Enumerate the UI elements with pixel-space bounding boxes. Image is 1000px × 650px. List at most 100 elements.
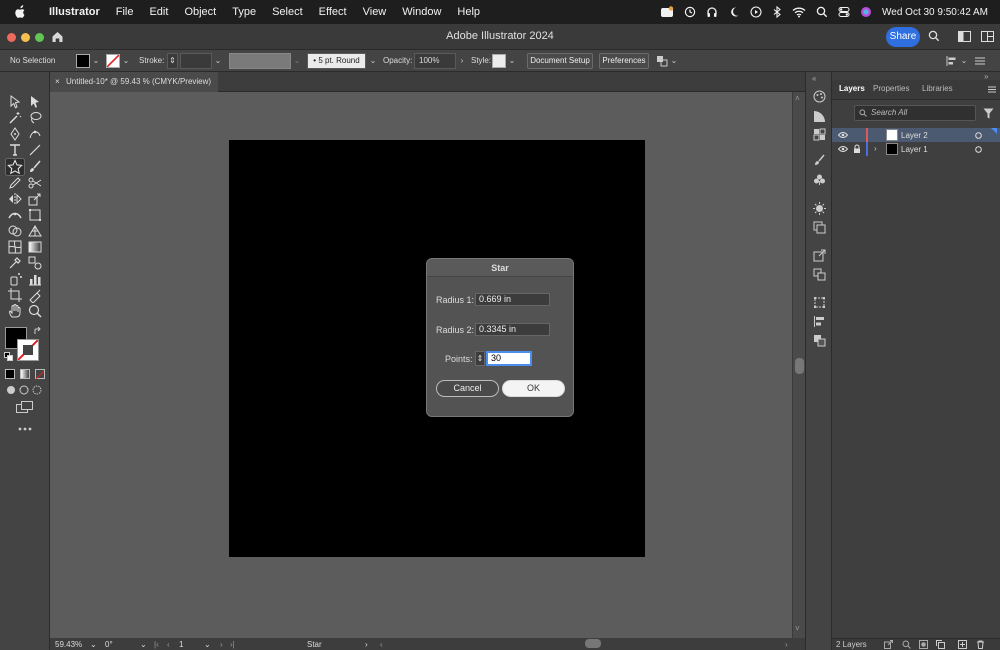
- scale-tool-icon[interactable]: [27, 191, 43, 207]
- time-machine-icon[interactable]: [684, 6, 696, 18]
- tab-layers[interactable]: Layers: [839, 84, 865, 93]
- variable-width-dropdown[interactable]: ⌄: [291, 53, 303, 69]
- style-dropdown[interactable]: ⌄: [506, 53, 518, 69]
- blend-tool-icon[interactable]: [27, 255, 43, 271]
- scissors-tool-icon[interactable]: [27, 175, 43, 191]
- points-field[interactable]: 30: [486, 351, 532, 366]
- variable-width-profile[interactable]: [229, 53, 291, 69]
- first-artboard-icon[interactable]: |‹: [154, 640, 159, 649]
- none-mode-button[interactable]: [35, 369, 45, 380]
- align-panel-icon[interactable]: [813, 315, 826, 328]
- menu-window[interactable]: Window: [394, 6, 449, 18]
- hand-tool-icon[interactable]: [7, 303, 23, 319]
- layer-row-1[interactable]: › Layer 1: [832, 142, 1000, 156]
- graphic-style-swatch[interactable]: [492, 54, 506, 68]
- arrange-documents-icon[interactable]: [981, 31, 994, 42]
- collapse-panels-icon[interactable]: «: [812, 74, 816, 83]
- ok-button[interactable]: OK: [502, 380, 565, 397]
- arrange-dropdown[interactable]: ⌄: [668, 53, 680, 69]
- preferences-button[interactable]: Preferences: [599, 53, 649, 69]
- fill-swatch[interactable]: [76, 54, 90, 68]
- new-sublayer-icon[interactable]: [936, 640, 945, 649]
- pencil-tool-icon[interactable]: [7, 175, 23, 191]
- points-stepper[interactable]: ⇕: [475, 351, 485, 366]
- shape-builder-tool-icon[interactable]: [7, 223, 23, 239]
- delete-layer-icon[interactable]: [976, 640, 985, 649]
- menu-clock[interactable]: Wed Oct 30 9:50:42 AM: [882, 7, 988, 18]
- cancel-button[interactable]: Cancel: [436, 380, 499, 397]
- clipping-mask-icon[interactable]: [919, 640, 928, 649]
- swap-fill-stroke-icon[interactable]: [33, 327, 42, 336]
- radius2-field[interactable]: 0.3345 in: [475, 323, 550, 336]
- menu-edit[interactable]: Edit: [141, 6, 176, 18]
- focus-moon-icon[interactable]: [728, 6, 740, 18]
- status-dropdown-icon[interactable]: ›: [365, 640, 368, 649]
- type-tool-icon[interactable]: [7, 142, 23, 158]
- brush-definition[interactable]: • 5 pt. Round: [307, 53, 366, 69]
- menu-view[interactable]: View: [355, 6, 395, 18]
- pathfinder-panel-icon[interactable]: [813, 334, 826, 347]
- appearance-panel-icon[interactable]: [813, 202, 826, 215]
- star-tool-icon[interactable]: [5, 158, 25, 176]
- zoom-dropdown[interactable]: ⌄: [90, 640, 97, 649]
- color-mode-button[interactable]: [5, 369, 15, 379]
- stroke-weight-field[interactable]: [180, 53, 212, 69]
- lasso-tool-icon[interactable]: [27, 110, 43, 126]
- magic-wand-tool-icon[interactable]: [7, 110, 23, 126]
- stroke-swatch[interactable]: [106, 54, 120, 68]
- artboard-number[interactable]: 1: [179, 640, 183, 649]
- wifi-icon[interactable]: [792, 6, 806, 18]
- search-icon[interactable]: [816, 6, 828, 18]
- change-screen-mode-icon[interactable]: [16, 401, 34, 414]
- creative-cloud-icon[interactable]: [660, 6, 674, 18]
- perspective-grid-tool-icon[interactable]: [27, 223, 43, 239]
- locate-object-icon[interactable]: [902, 640, 911, 649]
- radius1-field[interactable]: 0.669 in: [475, 293, 550, 306]
- document-setup-button[interactable]: Document Setup: [527, 53, 593, 69]
- menu-select[interactable]: Select: [264, 6, 311, 18]
- horizontal-scroll-thumb[interactable]: [585, 639, 601, 648]
- export-panel-icon[interactable]: [813, 249, 826, 262]
- swatches-panel-icon[interactable]: [813, 128, 826, 141]
- scroll-up-icon[interactable]: ˄: [795, 94, 800, 103]
- paintbrush-tool-icon[interactable]: [27, 159, 43, 175]
- menu-effect[interactable]: Effect: [311, 6, 355, 18]
- transform-panel-icon[interactable]: [813, 296, 826, 309]
- width-tool-icon[interactable]: [7, 207, 23, 223]
- apple-icon[interactable]: [13, 5, 27, 19]
- layer-row-2[interactable]: Layer 2: [832, 128, 1000, 142]
- layer-search-input[interactable]: Search All: [854, 105, 976, 121]
- curvature-tool-icon[interactable]: [27, 126, 43, 142]
- scroll-right-icon[interactable]: ›: [785, 640, 788, 649]
- layer-name[interactable]: Layer 2: [901, 131, 928, 140]
- menu-object[interactable]: Object: [176, 6, 224, 18]
- menu-file[interactable]: File: [108, 6, 142, 18]
- line-segment-tool-icon[interactable]: [27, 142, 43, 158]
- opacity-dropdown[interactable]: ›: [456, 53, 468, 69]
- gradient-tool-icon[interactable]: [27, 239, 43, 255]
- graphic-styles-panel-icon[interactable]: [813, 221, 826, 234]
- visibility-eye-icon[interactable]: [838, 131, 848, 139]
- artboards-panel-icon[interactable]: [813, 268, 826, 281]
- target-circle-icon[interactable]: [975, 132, 982, 139]
- artboard-tool-icon[interactable]: [7, 287, 23, 303]
- fill-dropdown[interactable]: ⌄: [90, 53, 102, 69]
- new-layer-icon[interactable]: [958, 640, 967, 649]
- gradient-mode-button[interactable]: [20, 369, 30, 379]
- free-transform-tool-icon[interactable]: [27, 207, 43, 223]
- column-graph-tool-icon[interactable]: [27, 271, 43, 287]
- visibility-eye-icon[interactable]: [838, 145, 848, 153]
- color-guide-panel-icon[interactable]: [813, 110, 826, 123]
- siri-icon[interactable]: [860, 6, 872, 18]
- zoom-tool-icon[interactable]: [27, 303, 43, 319]
- vertical-scrollbar[interactable]: ˄ ˅: [792, 92, 805, 638]
- tab-libraries[interactable]: Libraries: [922, 84, 953, 93]
- share-button[interactable]: Share: [886, 27, 920, 47]
- opacity-field[interactable]: 100%: [414, 53, 456, 69]
- target-circle-icon[interactable]: [975, 146, 982, 153]
- scroll-thumb[interactable]: [795, 358, 804, 374]
- workspace-switcher-icon[interactable]: [958, 31, 971, 42]
- panel-menu-icon[interactable]: [987, 85, 997, 94]
- previous-artboard-icon[interactable]: ‹: [167, 640, 170, 649]
- eyedropper-tool-icon[interactable]: [7, 255, 23, 271]
